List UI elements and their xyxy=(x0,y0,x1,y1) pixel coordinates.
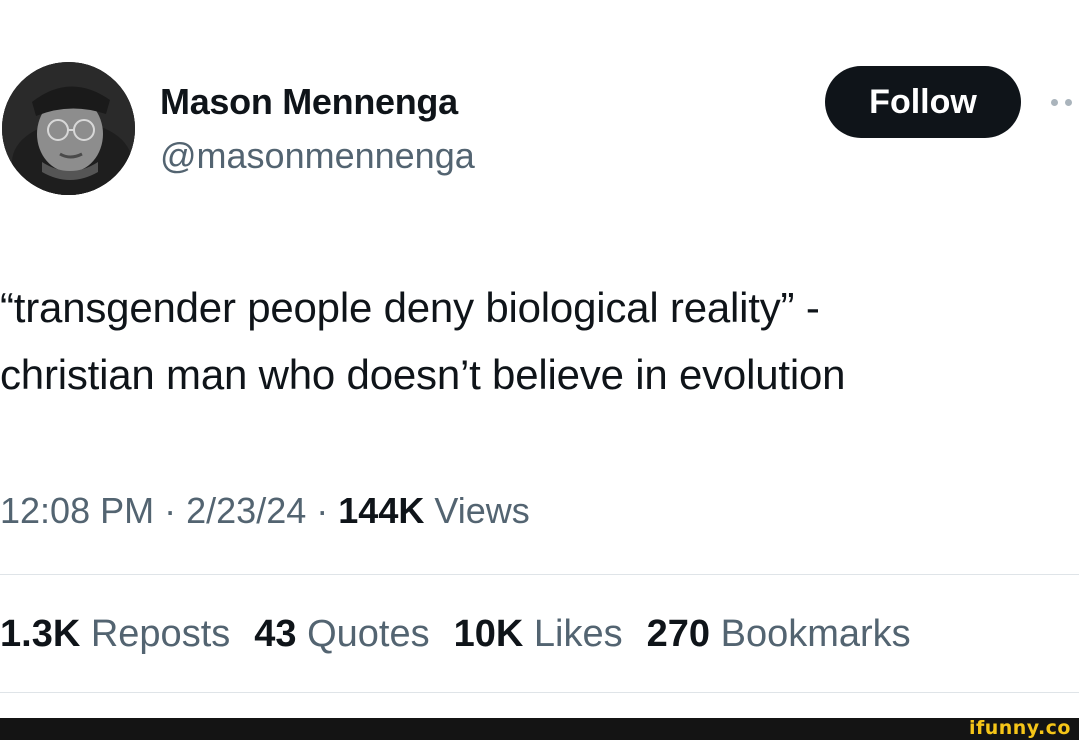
divider xyxy=(0,574,1079,575)
stat-count: 1.3K xyxy=(0,613,81,655)
views-count: 144K xyxy=(338,490,425,531)
watermark-bar: ifunny.co xyxy=(0,717,1079,740)
tweet-meta: 12:08 PM · 2/23/24 · 144K Views xyxy=(0,488,530,534)
author-name[interactable]: Mason Mennenga xyxy=(160,80,458,124)
tweet-line: “transgender people deny biological real… xyxy=(0,284,820,331)
stat-label: Quotes xyxy=(307,613,430,655)
stat-likes[interactable]: 10K Likes xyxy=(454,610,623,658)
tweet-time[interactable]: 12:08 PM xyxy=(0,490,154,531)
tweet-text: “transgender people deny biological real… xyxy=(0,274,1079,408)
stat-label: Likes xyxy=(533,613,623,655)
views-label: Views xyxy=(434,490,530,531)
stat-count: 43 xyxy=(254,613,297,655)
divider xyxy=(0,692,1079,693)
avatar-photo xyxy=(2,62,135,195)
meta-separator: · xyxy=(316,490,329,531)
tweet-date[interactable]: 2/23/24 xyxy=(186,490,306,531)
follow-button[interactable]: Follow xyxy=(825,66,1021,138)
avatar[interactable] xyxy=(2,62,135,195)
stat-bookmarks[interactable]: 270 Bookmarks xyxy=(647,610,911,658)
more-options-button[interactable] xyxy=(1042,90,1079,114)
stat-label: Bookmarks xyxy=(720,613,911,655)
stat-count: 10K xyxy=(453,613,524,655)
stat-label: Reposts xyxy=(90,613,231,655)
engagement-stats: 1.3K Reposts 43 Quotes 10K Likes 270 Bookma… xyxy=(0,610,911,658)
more-dot-icon xyxy=(1051,99,1058,106)
author-handle[interactable]: @masonmennenga xyxy=(160,134,475,178)
stat-count: 270 xyxy=(646,613,711,655)
watermark-logo: ifunny.co xyxy=(968,717,1071,739)
stat-quotes[interactable]: 43 Quotes xyxy=(254,610,429,658)
tweet-line: christian man who doesn’t believe in evo… xyxy=(0,351,846,398)
more-dot-icon xyxy=(1065,99,1072,106)
meta-separator: · xyxy=(164,490,177,531)
stat-reposts[interactable]: 1.3K Reposts xyxy=(0,610,230,658)
